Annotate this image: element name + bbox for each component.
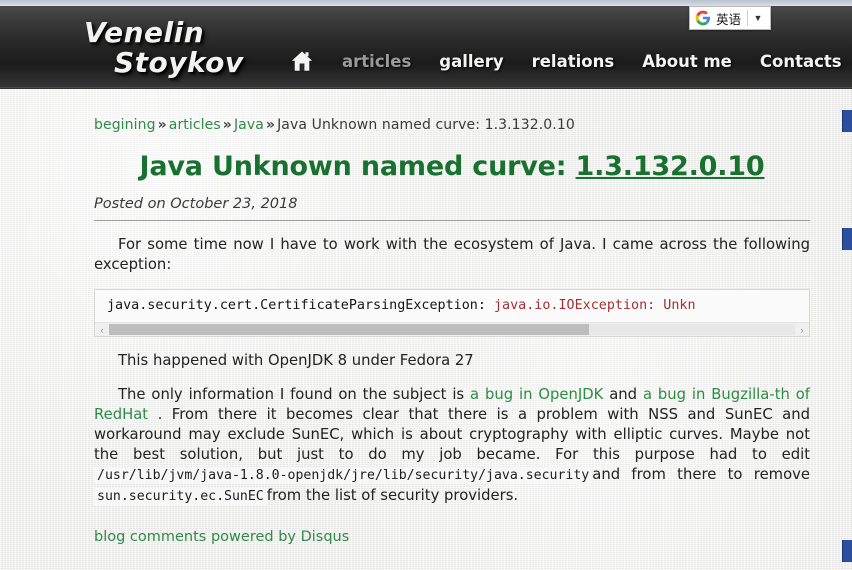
link-openjdk-bug[interactable]: a bug in OpenJDK: [470, 386, 603, 403]
breadcrumb-separator: »: [157, 117, 167, 133]
code-block-line: java.security.cert.CertificateParsingExc…: [95, 290, 809, 323]
scroll-left-arrow-icon[interactable]: ‹: [95, 323, 109, 337]
code-exception-class: java.security.cert.CertificateParsingExc…: [107, 298, 494, 313]
scroll-right-arrow-icon[interactable]: ›: [795, 323, 809, 337]
nav-item-relations[interactable]: relations: [518, 52, 629, 71]
paragraph-environment: This happened with OpenJDK 8 under Fedor…: [118, 352, 474, 369]
code-block-horizontal-scrollbar[interactable]: ‹ ›: [95, 322, 809, 336]
page-title-text: Java Unknown named curve:: [139, 151, 576, 182]
title-divider: [94, 220, 810, 221]
code-exception-cause: java.io.IOException: Unkn: [493, 298, 696, 313]
nav-item-about-me[interactable]: About me: [628, 52, 746, 71]
scrollbar-thumb[interactable]: [109, 324, 590, 335]
translate-language-label: 英语: [715, 11, 741, 27]
paragraph-intro: For some time now I have to work with th…: [94, 236, 810, 273]
paragraph-details: The only information I found on the subj…: [94, 385, 810, 507]
para-text-e: from the list of security providers.: [266, 487, 519, 504]
home-icon: [290, 50, 314, 72]
inline-code-sunec-provider: sun.security.ec.SunEC: [94, 488, 267, 505]
para-text-a: The only information I found on the subj…: [118, 386, 471, 403]
disqus-comments-link[interactable]: blog comments powered by Disqus: [94, 529, 349, 545]
breadcrumb-link-begining[interactable]: begining: [94, 117, 156, 133]
scrollbar-track[interactable]: [109, 324, 795, 335]
share-tab-1[interactable]: [842, 110, 852, 132]
para-text-d: and from there to remove: [592, 466, 810, 483]
page-title-oid-link[interactable]: 1.3.132.0.10: [576, 151, 765, 182]
breadcrumb-current: Java Unknown named curve: 1.3.132.0.10: [277, 117, 575, 133]
nav-item-contacts[interactable]: Contacts: [746, 52, 852, 71]
breadcrumb-link-articles[interactable]: articles: [169, 117, 221, 133]
inline-code-java-security-path: /usr/lib/jvm/java-1.8.0-openjdk/jre/lib/…: [94, 467, 593, 484]
chevron-down-icon[interactable]: ▼: [748, 7, 768, 29]
nav-item-articles[interactable]: articles: [328, 52, 425, 71]
site-logo[interactable]: Venelin Stoykov: [84, 18, 294, 78]
main-content: begining» articles» Java» Java Unknown name…: [94, 89, 810, 546]
para-text-c: . From there it becomes clear that there…: [94, 406, 810, 463]
nav-item-home[interactable]: [280, 50, 328, 72]
breadcrumb-link-java[interactable]: Java: [234, 117, 264, 133]
google-translate-widget[interactable]: 英语 ▼: [688, 6, 771, 30]
site-logo-line1: Venelin: [84, 16, 205, 49]
site-logo-line2: Stoykov: [114, 46, 244, 79]
share-tab-3[interactable]: [842, 540, 852, 562]
code-block: java.security.cert.CertificateParsingExc…: [94, 289, 810, 337]
google-g-icon: [695, 10, 716, 26]
breadcrumb: begining» articles» Java» Java Unknown name…: [94, 89, 810, 133]
main-navigation: articles gallery relations About me Cont…: [280, 50, 852, 72]
para-text-b: and: [603, 386, 643, 403]
share-tab-2[interactable]: [842, 228, 852, 250]
breadcrumb-separator: »: [265, 117, 276, 133]
nav-item-gallery[interactable]: gallery: [425, 52, 517, 71]
breadcrumb-separator: »: [222, 117, 232, 133]
posted-date: Posted on October 23, 2018: [94, 196, 298, 212]
page-title: Java Unknown named curve: 1.3.132.0.10: [94, 151, 810, 182]
